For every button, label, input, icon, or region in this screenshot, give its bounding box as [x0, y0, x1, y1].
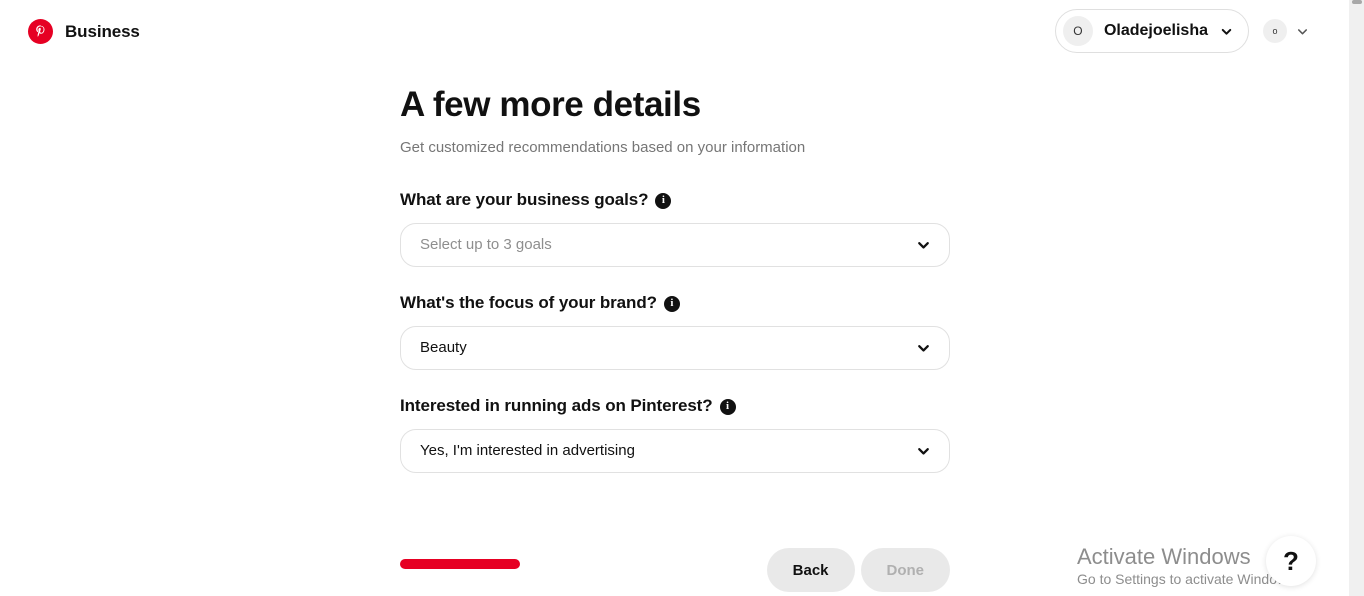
info-icon[interactable]: i: [663, 295, 680, 312]
info-icon[interactable]: i: [719, 398, 736, 415]
chevron-down-icon: [915, 236, 932, 253]
select-value: Select up to 3 goals: [420, 236, 552, 253]
footer-button-group: Back Done: [766, 548, 950, 592]
top-header: Business O Oladejoelisha o: [0, 0, 1348, 62]
select-ads-interest[interactable]: Yes, I'm interested in advertising: [400, 428, 950, 473]
brand-name-label: Business: [65, 21, 140, 41]
windows-activation-watermark: Activate Windows Go to Settings to activ…: [1077, 543, 1298, 590]
progress-bar: [400, 559, 520, 569]
scrollbar-thumb[interactable]: [1352, 0, 1362, 4]
field-label-row: What are your business goals? i: [400, 190, 950, 210]
account-zone: O Oladejoelisha o: [1054, 9, 1310, 53]
chevron-down-icon: [915, 442, 932, 459]
page-subtitle: Get customized recommendations based on …: [400, 139, 806, 156]
field-business-goals: What are your business goals? i Select u…: [400, 190, 950, 267]
chevron-down-icon: [1219, 24, 1234, 39]
watermark-title: Activate Windows: [1077, 543, 1251, 569]
vertical-scrollbar[interactable]: [1348, 0, 1364, 596]
avatar: o: [1263, 19, 1287, 43]
select-value: Beauty: [420, 339, 467, 356]
form-footer: Back Done: [400, 548, 950, 592]
select-brand-focus[interactable]: Beauty: [400, 325, 950, 370]
field-label-row: Interested in running ads on Pinterest? …: [400, 396, 950, 416]
details-form: A few more details Get customized recomm…: [400, 84, 950, 473]
field-label-row: What's the focus of your brand? i: [400, 293, 950, 313]
done-button[interactable]: Done: [860, 548, 950, 592]
secondary-account-menu-button[interactable]: o: [1263, 19, 1310, 43]
chevron-down-icon: [915, 339, 932, 356]
progress-bar-fill: [400, 559, 520, 569]
field-brand-focus: What's the focus of your brand? i Beauty: [400, 293, 950, 370]
page-title: A few more details: [400, 85, 701, 124]
pinterest-logo-icon: [28, 19, 53, 44]
field-ads-interest: Interested in running ads on Pinterest? …: [400, 396, 950, 473]
field-label-text: Interested in running ads on Pinterest?: [400, 395, 713, 415]
avatar: O: [1062, 16, 1093, 46]
back-button[interactable]: Back: [766, 548, 855, 592]
account-name-label: Oladejoelisha: [1103, 22, 1208, 39]
account-switcher-button[interactable]: O Oladejoelisha: [1054, 9, 1249, 53]
help-button[interactable]: ?: [1266, 536, 1316, 586]
chevron-down-icon: [1295, 24, 1310, 39]
select-business-goals[interactable]: Select up to 3 goals: [400, 222, 950, 267]
watermark-subtitle: Go to Settings to activate Windows.: [1077, 571, 1298, 588]
page-scroll-area: Business O Oladejoelisha o A few more de…: [0, 0, 1348, 596]
field-label-text: What's the focus of your brand?: [400, 292, 657, 312]
field-label-text: What are your business goals?: [400, 189, 649, 209]
brand-home-link[interactable]: Business: [28, 19, 140, 44]
info-icon[interactable]: i: [655, 192, 672, 209]
select-value: Yes, I'm interested in advertising: [420, 442, 635, 459]
